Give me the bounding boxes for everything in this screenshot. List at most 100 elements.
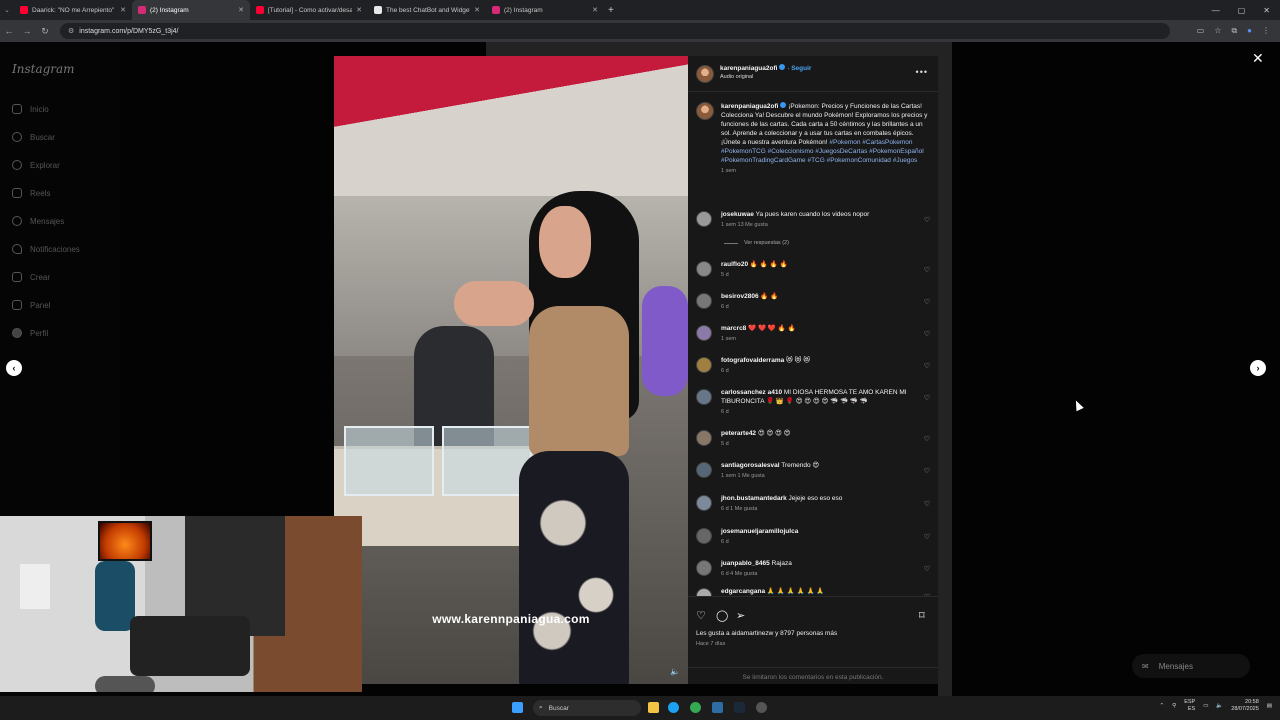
site-info-icon[interactable]: ⚙: [68, 27, 74, 35]
close-tab-icon[interactable]: ✕: [120, 6, 126, 14]
sidebar-item-inicio[interactable]: Inicio: [12, 104, 49, 114]
like-comment-icon[interactable]: ♡: [924, 330, 930, 339]
tab-0[interactable]: Daarick: "NO me Arrepiento" ✕: [14, 0, 132, 20]
back-icon[interactable]: ←: [0, 26, 18, 36]
like-comment-icon[interactable]: ♡: [924, 533, 930, 542]
more-options-icon[interactable]: •••: [916, 67, 928, 77]
sidebar-item-panel[interactable]: Panel: [12, 300, 50, 310]
sidebar-item-explorar[interactable]: Explorar: [12, 160, 60, 170]
comment-username[interactable]: edgarcangana: [721, 588, 765, 595]
clock[interactable]: 20:58 28/07/2025: [1231, 699, 1259, 713]
comment-username[interactable]: fotografovalderrama: [721, 357, 784, 364]
tab-4[interactable]: (2) Instagram ✕: [486, 0, 604, 20]
forward-icon[interactable]: →: [18, 26, 36, 36]
comment-avatar[interactable]: [696, 211, 712, 227]
author-username[interactable]: karenpaniagua2ofi: [720, 65, 777, 72]
comment-avatar[interactable]: [696, 293, 712, 309]
comment-icon[interactable]: ◯: [716, 609, 728, 622]
close-icon[interactable]: ✕: [1252, 50, 1264, 67]
url-field[interactable]: ⚙ instagram.com/p/DMY5zG_t3j4/: [60, 23, 1170, 39]
comment-avatar[interactable]: [696, 261, 712, 277]
comment-username[interactable]: besirov2806: [721, 293, 759, 300]
comment-avatar[interactable]: [696, 560, 712, 576]
language-indicator[interactable]: ESP ES: [1184, 699, 1195, 713]
next-post-icon[interactable]: ›: [1250, 360, 1266, 376]
comment-avatar[interactable]: [696, 462, 712, 478]
menu-icon[interactable]: ⋮: [1262, 26, 1270, 36]
comment-avatar[interactable]: [696, 357, 712, 373]
tab-1[interactable]: (2) Instagram ✕: [132, 0, 250, 20]
like-comment-icon[interactable]: ♡: [924, 500, 930, 509]
messages-button[interactable]: ✉ Mensajes: [1132, 654, 1250, 678]
edge-icon[interactable]: [668, 702, 679, 713]
instagram-logo[interactable]: Instagram: [12, 62, 75, 76]
sidebar-item-mensajes[interactable]: Mensajes: [12, 216, 64, 226]
extensions-icon[interactable]: ⧉: [1231, 26, 1237, 36]
chevron-up-icon[interactable]: ⌃: [1160, 703, 1165, 709]
sidebar-item-notificaciones[interactable]: Notificaciones: [12, 244, 80, 254]
caption-username[interactable]: karenpaniagua2ofi: [721, 103, 778, 110]
bookmark-star-icon[interactable]: ☆: [1214, 26, 1221, 36]
close-window-icon[interactable]: ✕: [1263, 6, 1270, 15]
steam-icon[interactable]: [734, 702, 745, 713]
location-icon[interactable]: ⚲: [1172, 703, 1176, 709]
comment-avatar[interactable]: [696, 588, 712, 596]
comment-avatar[interactable]: [696, 495, 712, 511]
like-comment-icon[interactable]: ♡: [924, 467, 930, 476]
sidebar-item-buscar[interactable]: Buscar: [12, 132, 55, 142]
comment-avatar[interactable]: [696, 430, 712, 446]
minimize-icon[interactable]: —: [1212, 6, 1220, 15]
close-tab-icon[interactable]: ✕: [356, 6, 362, 14]
maximize-icon[interactable]: ▢: [1238, 6, 1246, 15]
app-icon[interactable]: [712, 702, 723, 713]
reel-video[interactable]: www.karennpaniagua.com 🔈: [334, 56, 688, 684]
comment-username[interactable]: josekuwae: [721, 211, 754, 218]
like-comment-icon[interactable]: ♡: [924, 394, 930, 403]
comment-username[interactable]: marcrc8: [721, 325, 746, 332]
like-icon[interactable]: ♡: [696, 609, 706, 622]
comment-username[interactable]: carlossanchez a410: [721, 389, 782, 396]
network-icon[interactable]: ▭: [1203, 703, 1208, 709]
audio-label[interactable]: Audio original: [720, 74, 753, 80]
comment-username[interactable]: juanpablo_8465: [721, 560, 770, 567]
close-tab-icon[interactable]: ✕: [238, 6, 244, 14]
notifications-icon[interactable]: ▤: [1267, 703, 1272, 709]
app-icon[interactable]: [756, 702, 767, 713]
like-comment-icon[interactable]: ♡: [924, 298, 930, 307]
comment-username[interactable]: josemanueljaramillojulca: [721, 528, 798, 535]
previous-post-icon[interactable]: ‹: [6, 360, 22, 376]
like-comment-icon[interactable]: ♡: [924, 362, 930, 371]
like-comment-icon[interactable]: ♡: [924, 565, 930, 574]
follow-button[interactable]: Seguir: [791, 65, 811, 72]
tab-3[interactable]: The best ChatBot and Widget ✕: [368, 0, 486, 20]
sidebar-item-crear[interactable]: Crear: [12, 272, 50, 282]
comment-username[interactable]: raulflo20: [721, 261, 748, 268]
tab-search-icon[interactable]: ⌄: [0, 6, 14, 14]
like-comment-icon[interactable]: ♡: [924, 435, 930, 444]
close-tab-icon[interactable]: ✕: [592, 6, 598, 14]
cast-icon[interactable]: ▭: [1197, 26, 1205, 36]
chrome-icon[interactable]: [690, 702, 701, 713]
volume-icon[interactable]: 🔈: [1216, 703, 1223, 709]
author-avatar[interactable]: [696, 65, 714, 83]
author-avatar[interactable]: [696, 102, 714, 120]
sidebar-item-perfil[interactable]: Perfil: [12, 328, 48, 338]
tab-2[interactable]: [Tutorial] - Como activar/desac ✕: [250, 0, 368, 20]
reload-icon[interactable]: ↻: [36, 26, 54, 37]
comment-username[interactable]: jhon.bustamantedark: [721, 495, 787, 502]
likes-count[interactable]: Les gusta a aidamartinezw y 8797 persona…: [696, 630, 837, 637]
comment-username[interactable]: peterarte42: [721, 430, 756, 437]
mute-icon[interactable]: 🔈: [670, 667, 680, 676]
share-icon[interactable]: ➢: [736, 609, 745, 622]
comment-avatar[interactable]: [696, 325, 712, 341]
save-icon[interactable]: ⌑: [919, 609, 925, 622]
sidebar-item-reels[interactable]: Reels: [12, 188, 50, 198]
taskbar-search[interactable]: ⌕ Buscar: [533, 700, 641, 716]
like-comment-icon[interactable]: ♡: [924, 266, 930, 275]
close-tab-icon[interactable]: ✕: [474, 6, 480, 14]
comments-scroll[interactable]: karenpaniagua2ofi ¡Pokemon: Precios y Fu…: [688, 92, 938, 596]
comment-avatar[interactable]: [696, 528, 712, 544]
view-replies-button[interactable]: Ver respuestas (2): [724, 240, 789, 246]
profile-icon[interactable]: ●: [1247, 26, 1252, 36]
comment-avatar[interactable]: [696, 389, 712, 405]
